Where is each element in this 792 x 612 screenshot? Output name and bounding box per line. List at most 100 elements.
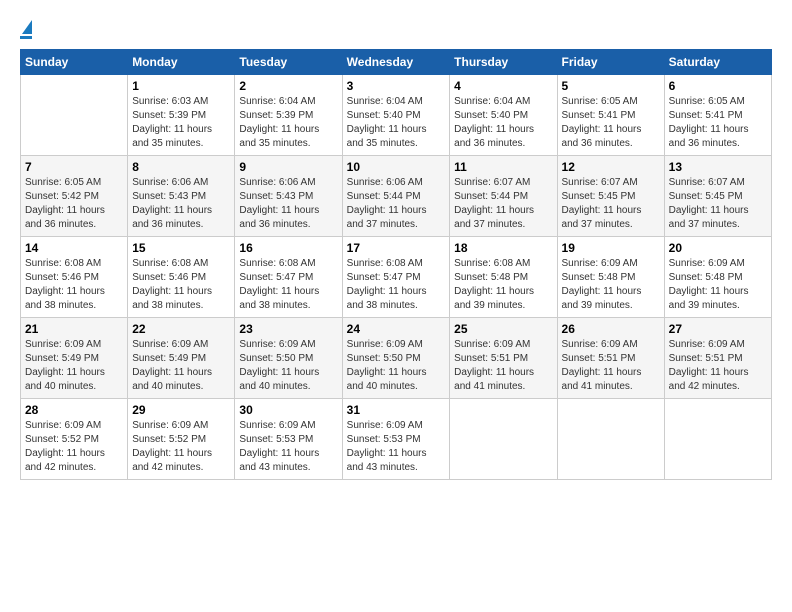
sunset-text: Sunset: 5:50 PM <box>239 353 313 364</box>
sunrise-text: Sunrise: 6:07 AM <box>669 177 745 188</box>
day-number: 15 <box>132 241 230 255</box>
sunset-text: Sunset: 5:52 PM <box>132 434 206 445</box>
sunset-text: Sunset: 5:40 PM <box>347 110 421 121</box>
day-info: Sunrise: 6:09 AMSunset: 5:49 PMDaylight:… <box>132 338 230 394</box>
sunset-text: Sunset: 5:49 PM <box>132 353 206 364</box>
day-info: Sunrise: 6:09 AMSunset: 5:51 PMDaylight:… <box>562 338 660 394</box>
day-cell: 6Sunrise: 6:05 AMSunset: 5:41 PMDaylight… <box>664 75 771 156</box>
day-info: Sunrise: 6:09 AMSunset: 5:50 PMDaylight:… <box>239 338 337 394</box>
sunset-text: Sunset: 5:44 PM <box>347 191 421 202</box>
logo-underline <box>20 36 32 39</box>
sunrise-text: Sunrise: 6:09 AM <box>25 339 101 350</box>
day-number: 14 <box>25 241 123 255</box>
daylight-text: Daylight: 11 hours and 39 minutes. <box>454 286 534 311</box>
sunset-text: Sunset: 5:44 PM <box>454 191 528 202</box>
day-number: 27 <box>669 322 767 336</box>
day-cell: 4 Sunrise: 6:04 AMSunset: 5:40 PMDaylight… <box>450 75 557 156</box>
day-number: 4 <box>454 79 552 93</box>
sunrise-text: Sunrise: 6:06 AM <box>347 177 423 188</box>
day-cell <box>450 399 557 480</box>
day-number: 1 <box>132 79 230 93</box>
daylight-text: Daylight: 11 hours and 37 minutes. <box>347 205 427 230</box>
day-info: Sunrise: 6:09 AMSunset: 5:50 PMDaylight:… <box>347 338 446 394</box>
day-info: Sunrise: 6:09 AMSunset: 5:48 PMDaylight:… <box>562 257 660 313</box>
header-sunday: Sunday <box>21 50 128 75</box>
day-cell: 30Sunrise: 6:09 AMSunset: 5:53 PMDayligh… <box>235 399 342 480</box>
daylight-text: Daylight: 11 hours and 40 minutes. <box>239 367 319 392</box>
day-number: 11 <box>454 160 552 174</box>
day-number: 12 <box>562 160 660 174</box>
sunset-text: Sunset: 5:51 PM <box>669 353 743 364</box>
day-info: Sunrise: 6:09 AMSunset: 5:53 PMDaylight:… <box>347 419 446 475</box>
sunset-text: Sunset: 5:52 PM <box>25 434 99 445</box>
sunset-text: Sunset: 5:48 PM <box>562 272 636 283</box>
sunset-text: Sunset: 5:48 PM <box>454 272 528 283</box>
calendar-header-row: SundayMondayTuesdayWednesdayThursdayFrid… <box>21 50 772 75</box>
day-info: Sunrise: 6:06 AM Sunset: 5:44 PM Daylight:… <box>347 176 446 232</box>
day-cell: 9Sunrise: 6:06 AMSunset: 5:43 PMDaylight… <box>235 156 342 237</box>
sunrise-text: Sunrise: 6:09 AM <box>132 420 208 431</box>
sunrise-text: Sunrise: 6:09 AM <box>239 420 315 431</box>
day-number: 16 <box>239 241 337 255</box>
day-info: Sunrise: 6:05 AMSunset: 5:42 PMDaylight:… <box>25 176 123 232</box>
sunrise-text: Sunrise: 6:06 AM <box>239 177 315 188</box>
day-cell <box>21 75 128 156</box>
day-cell: 2Sunrise: 6:04 AMSunset: 5:39 PMDaylight… <box>235 75 342 156</box>
sunset-text: Sunset: 5:43 PM <box>239 191 313 202</box>
daylight-text: Daylight: 11 hours and 42 minutes. <box>25 448 105 473</box>
day-number: 18 <box>454 241 552 255</box>
daylight-text: Daylight: 11 hours and 38 minutes. <box>132 286 212 311</box>
day-cell: 11Sunrise: 6:07 AMSunset: 5:44 PMDayligh… <box>450 156 557 237</box>
sunrise-text: Sunrise: 6:09 AM <box>132 339 208 350</box>
day-number: 3 <box>347 79 446 93</box>
daylight-text: Daylight: 11 hours and 41 minutes. <box>454 367 534 392</box>
day-cell: 26Sunrise: 6:09 AMSunset: 5:51 PMDayligh… <box>557 318 664 399</box>
day-info: Sunrise: 6:09 AMSunset: 5:48 PMDaylight:… <box>669 257 767 313</box>
sunrise-text: Sunrise: 6:04 AM <box>347 96 423 107</box>
day-number: 30 <box>239 403 337 417</box>
day-info: Sunrise: 6:07 AMSunset: 5:44 PMDaylight:… <box>454 176 552 232</box>
sunset-text: Sunset: 5:41 PM <box>669 110 743 121</box>
sunrise-text: Sunrise: 6:07 AM <box>454 177 530 188</box>
day-cell: 29Sunrise: 6:09 AMSunset: 5:52 PMDayligh… <box>128 399 235 480</box>
day-number: 24 <box>347 322 446 336</box>
day-cell: 27 Sunrise: 6:09 AMSunset: 5:51 PMDayligh… <box>664 318 771 399</box>
sunset-text: Sunset: 5:48 PM <box>669 272 743 283</box>
daylight-text: Daylight: 11 hours and 35 minutes. <box>347 124 427 149</box>
day-cell: 31Sunrise: 6:09 AMSunset: 5:53 PMDayligh… <box>342 399 450 480</box>
day-info: Sunrise: 6:09 AMSunset: 5:51 PMDaylight:… <box>454 338 552 394</box>
day-number: 20 <box>669 241 767 255</box>
day-number: 21 <box>25 322 123 336</box>
day-info: Sunrise: 6:04 AMSunset: 5:40 PMDaylight:… <box>454 95 552 151</box>
day-info: Sunrise: 6:08 AMSunset: 5:46 PMDaylight:… <box>25 257 123 313</box>
day-info: Sunrise: 6:08 AMSunset: 5:46 PMDaylight:… <box>132 257 230 313</box>
day-cell: 8Sunrise: 6:06 AMSunset: 5:43 PMDaylight… <box>128 156 235 237</box>
day-cell: 10Sunrise: 6:06 AMSunset: 5:44 PMDayligh… <box>342 156 450 237</box>
sunset-text: Sunset: 5:45 PM <box>562 191 636 202</box>
daylight-text: Daylight: 11 hours and 42 minutes. <box>132 448 212 473</box>
daylight-text: Daylight: 11 hours and 36 minutes. <box>239 205 319 230</box>
day-info: Sunrise: 6:05 AMSunset: 5:41 PMDaylight:… <box>562 95 660 151</box>
day-cell: 24 Sunrise: 6:09 AMSunset: 5:50 PMDayligh… <box>342 318 450 399</box>
day-info: Sunrise: 6:07 AMSunset: 5:45 PMDaylight:… <box>562 176 660 232</box>
sunset-text: Sunset: 5:51 PM <box>454 353 528 364</box>
daylight-text: Daylight: 11 hours and 43 minutes. <box>239 448 319 473</box>
daylight-text: Daylight: 11 hours and 35 minutes. <box>132 124 212 149</box>
day-info: Sunrise: 6:07 AMSunset: 5:45 PMDaylight:… <box>669 176 767 232</box>
header-monday: Monday <box>128 50 235 75</box>
day-number: 8 <box>132 160 230 174</box>
daylight-text: Daylight: 11 hours and 36 minutes. <box>25 205 105 230</box>
day-info: Sunrise: 6:05 AMSunset: 5:41 PMDaylight:… <box>669 95 767 151</box>
daylight-text: Daylight: 11 hours and 40 minutes. <box>347 367 427 392</box>
day-cell: 1Sunrise: 6:03 AMSunset: 5:39 PMDaylight… <box>128 75 235 156</box>
week-row-4: 21 Sunrise: 6:09 AM Sunset: 5:49 PM Dayligh… <box>21 318 772 399</box>
daylight-text: Daylight: 11 hours and 41 minutes. <box>562 367 642 392</box>
sunset-text: Sunset: 5:51 PM <box>562 353 636 364</box>
day-number: 23 <box>239 322 337 336</box>
header-friday: Friday <box>557 50 664 75</box>
daylight-text: Daylight: 11 hours and 36 minutes. <box>454 124 534 149</box>
sunrise-text: Sunrise: 6:05 AM <box>669 96 745 107</box>
day-info: Sunrise: 6:09 AMSunset: 5:51 PMDaylight:… <box>669 338 767 394</box>
day-number: 28 <box>25 403 123 417</box>
day-cell: 13Sunrise: 6:07 AMSunset: 5:45 PMDayligh… <box>664 156 771 237</box>
